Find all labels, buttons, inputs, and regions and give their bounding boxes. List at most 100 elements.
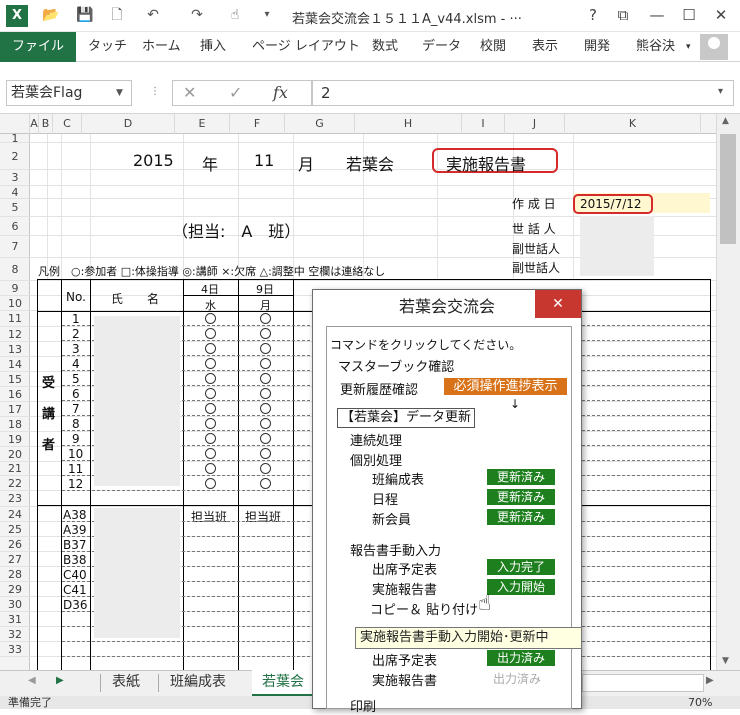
help-button[interactable]: ?	[576, 0, 610, 30]
row-header-29[interactable]: 29	[0, 582, 30, 597]
tab-data[interactable]: データ	[422, 32, 461, 62]
print-preview-icon[interactable]: 🗋	[108, 6, 126, 24]
formula-input[interactable]: 2	[312, 80, 734, 106]
row-header-18[interactable]: 18	[0, 417, 30, 432]
row-header-32[interactable]: 32	[0, 627, 30, 642]
user-dropdown-icon[interactable]: ▾	[686, 32, 691, 62]
column-header-a[interactable]: A	[30, 114, 39, 134]
continuous-process[interactable]: 連続処理	[350, 430, 402, 449]
row-header-21[interactable]: 21	[0, 462, 30, 476]
name-box[interactable]: 若葉会Flag	[6, 80, 132, 106]
scroll-up-icon[interactable]: ▲	[722, 116, 729, 126]
row-header-17[interactable]: 17	[0, 402, 30, 417]
save-icon[interactable]: 💾	[76, 6, 94, 24]
row-header-1[interactable]: 1	[0, 133, 30, 144]
sheet-tab-wakabakai[interactable]: 若葉会	[262, 670, 304, 694]
ribbon-display-button[interactable]: ⧉	[606, 0, 640, 30]
insert-function-icon[interactable]: fx	[273, 83, 288, 102]
sheet-tab-cover[interactable]: 表紙	[112, 670, 140, 694]
row-header-11[interactable]: 11	[0, 311, 30, 327]
redo-icon[interactable]: ↷	[188, 6, 206, 24]
user-avatar[interactable]	[700, 34, 728, 60]
drag-handle-icon[interactable]: ⋮	[150, 86, 160, 97]
row-header-7[interactable]: 7	[0, 236, 30, 258]
row-header-27[interactable]: 27	[0, 552, 30, 567]
row-header-23[interactable]: 23	[0, 491, 30, 507]
data-update-button[interactable]: 【若葉会】データ更新	[337, 408, 476, 428]
column-header-k[interactable]: K	[565, 114, 701, 134]
item-jisshi-output[interactable]: 実施報告書	[372, 670, 437, 689]
row-header-31[interactable]: 31	[0, 612, 30, 627]
item-hensei[interactable]: 班編成表	[372, 469, 424, 488]
print-label[interactable]: 印刷	[350, 696, 376, 715]
column-header-e[interactable]: E	[175, 114, 230, 134]
name-box-dropdown-icon[interactable]: ▼	[116, 80, 130, 106]
column-header-g[interactable]: G	[285, 114, 355, 134]
item-shinkaiin[interactable]: 新会員	[372, 509, 411, 528]
row-header-20[interactable]: 20	[0, 447, 30, 462]
expand-formula-icon[interactable]: ▾	[718, 86, 723, 97]
row-header-26[interactable]: 26	[0, 537, 30, 552]
required-progress-button[interactable]: 必須操作進捗表示	[444, 378, 567, 395]
row-header-13[interactable]: 13	[0, 342, 30, 357]
row-header-2[interactable]: 2	[0, 143, 30, 170]
tab-formulas[interactable]: 数式	[372, 32, 398, 62]
row-header-22[interactable]: 22	[0, 476, 30, 491]
row-header-3[interactable]: 3	[0, 170, 30, 186]
vertical-scroll-thumb[interactable]	[720, 134, 736, 244]
tab-review[interactable]: 校閲	[480, 32, 506, 62]
row-header-4[interactable]: 4	[0, 186, 30, 199]
column-header-d[interactable]: D	[82, 114, 175, 134]
row-header-33[interactable]: 33	[0, 642, 30, 657]
row-header-14[interactable]: 14	[0, 357, 30, 372]
undo-icon[interactable]: ↶	[144, 6, 162, 24]
user-name[interactable]: 熊谷決	[636, 32, 675, 62]
row-header-19[interactable]: 19	[0, 432, 30, 447]
open-folder-icon[interactable]: 📂	[42, 6, 60, 24]
cancel-icon[interactable]: ✕	[183, 83, 196, 102]
row-header-25[interactable]: 25	[0, 522, 30, 537]
row-header-12[interactable]: 12	[0, 327, 30, 342]
tab-home[interactable]: ホーム	[142, 32, 181, 62]
column-header-j[interactable]: J	[505, 114, 565, 134]
scroll-down-icon[interactable]: ▼	[722, 656, 729, 666]
dialog-close-button[interactable]: ✕	[535, 290, 581, 318]
column-header-b[interactable]: B	[39, 114, 53, 134]
horizontal-scroll-thumb[interactable]	[582, 674, 704, 692]
row-header-30[interactable]: 30	[0, 597, 30, 612]
column-header-f[interactable]: F	[230, 114, 285, 134]
column-header-c[interactable]: C	[53, 114, 82, 134]
item-jisshi[interactable]: 実施報告書	[372, 579, 437, 598]
customize-qat-icon[interactable]: ▾	[258, 6, 276, 24]
tab-view[interactable]: 表示	[532, 32, 558, 62]
row-header-28[interactable]: 28	[0, 567, 30, 582]
hscroll-right-icon[interactable]: ▶	[706, 675, 714, 686]
sheet-tab-hensei[interactable]: 班編成表	[170, 670, 226, 694]
item-shusseki[interactable]: 出席予定表	[372, 559, 437, 578]
touch-mode-icon[interactable]: ☝	[226, 6, 244, 24]
tab-touch[interactable]: タッチ	[88, 32, 127, 62]
tab-scroll-right-icon[interactable]: ▶	[56, 675, 64, 686]
item-copy-paste[interactable]: コピー＆ 貼り付け	[370, 599, 478, 618]
column-header-i[interactable]: I	[462, 114, 505, 134]
zoom-level[interactable]: 70%	[688, 696, 712, 709]
enter-icon[interactable]: ✓	[229, 83, 242, 102]
update-history-check[interactable]: 更新履歴確認	[340, 379, 418, 398]
row-header-10[interactable]: 10	[0, 296, 30, 311]
row-header-24[interactable]: 24	[0, 507, 30, 522]
maximize-button[interactable]: ☐	[672, 0, 706, 30]
tab-file[interactable]: ファイル	[0, 32, 76, 62]
tab-insert[interactable]: 挿入	[200, 32, 226, 62]
item-nittei[interactable]: 日程	[372, 489, 398, 508]
row-header-15[interactable]: 15	[0, 372, 30, 387]
item-shusseki-output[interactable]: 出席予定表	[372, 650, 437, 669]
row-header-5[interactable]: 5	[0, 199, 30, 217]
master-book-check[interactable]: マスターブック確認	[338, 356, 454, 375]
row-header-16[interactable]: 16	[0, 387, 30, 402]
select-all-corner[interactable]	[0, 114, 30, 134]
row-header-8[interactable]: 8	[0, 258, 30, 281]
tab-scroll-left-icon[interactable]: ◀	[28, 675, 36, 686]
column-header-h[interactable]: H	[355, 114, 462, 134]
minimize-button[interactable]: —	[640, 0, 674, 30]
row-header-6[interactable]: 6	[0, 217, 30, 236]
